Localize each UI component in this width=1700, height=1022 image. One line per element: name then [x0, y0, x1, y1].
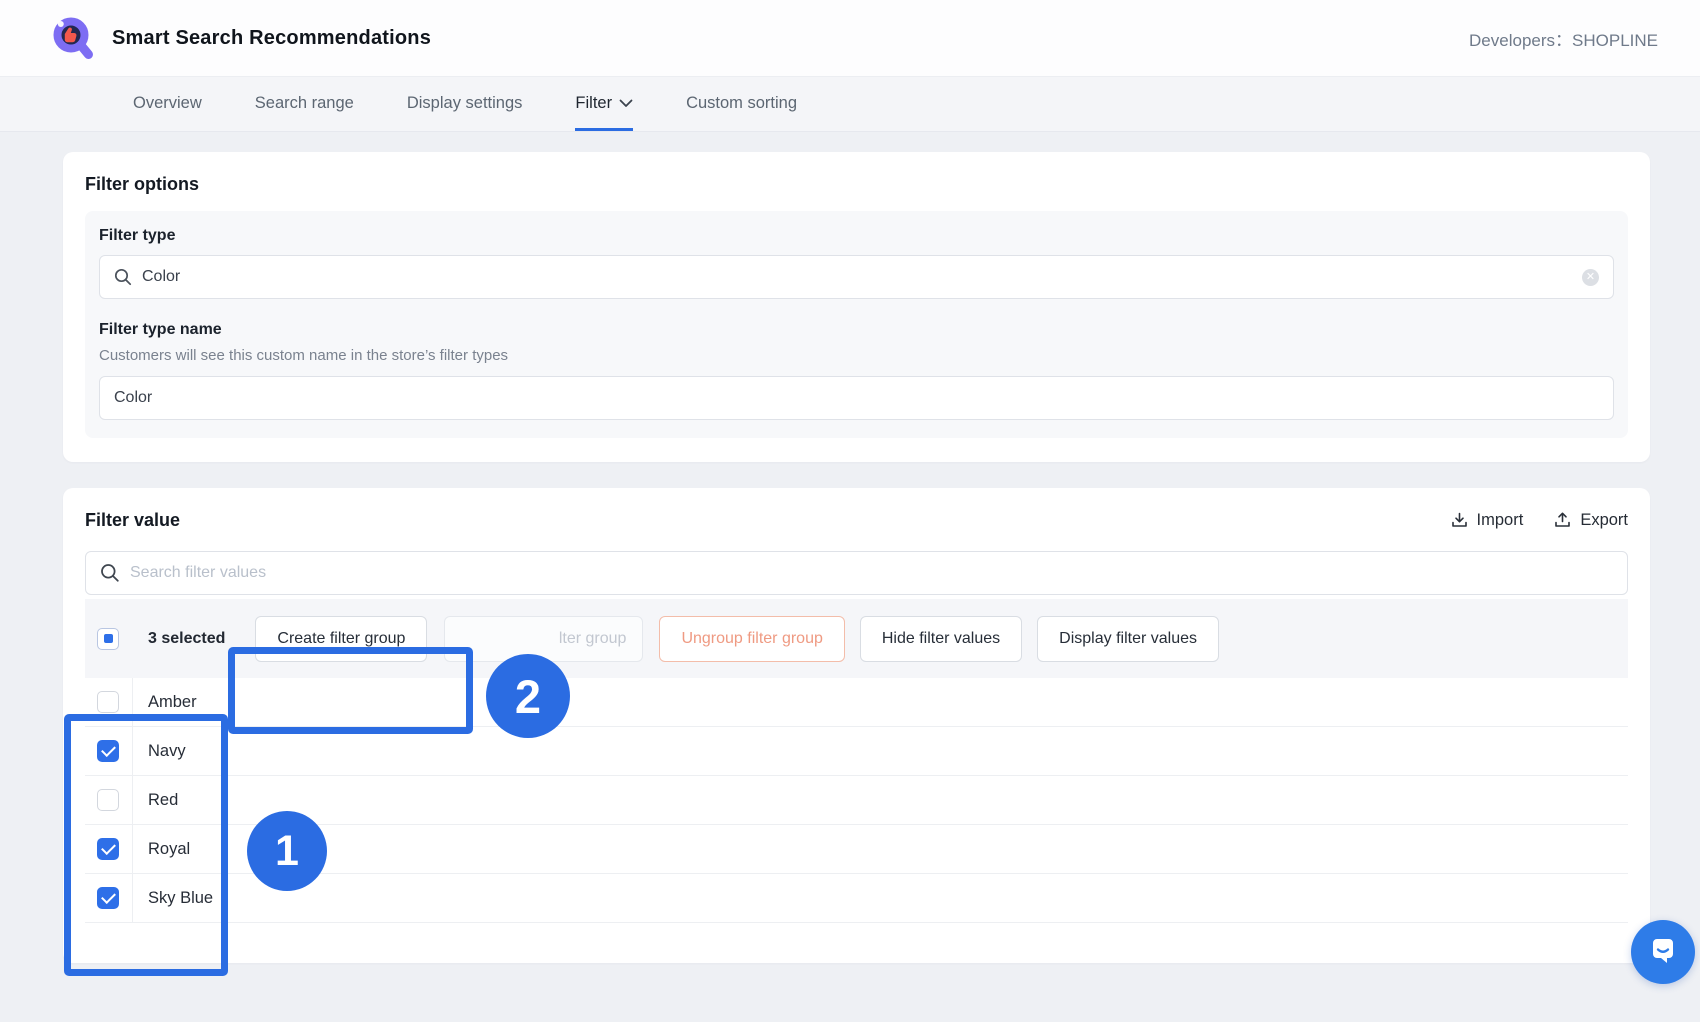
export-label: Export	[1580, 511, 1628, 530]
ungroup-filter-group-button[interactable]: Ungroup filter group	[659, 616, 844, 662]
row-checkbox-cell	[85, 776, 133, 824]
hide-filter-values-button[interactable]: Hide filter values	[860, 616, 1022, 662]
tab-bar: Overview Search range Display settings F…	[0, 76, 1700, 132]
export-button[interactable]: Export	[1553, 511, 1628, 530]
filter-value-row: Sky Blue	[85, 874, 1628, 923]
tab-custom-sorting[interactable]: Custom sorting	[686, 77, 797, 131]
filter-value-title: Filter value	[85, 510, 180, 531]
row-label: Sky Blue	[133, 874, 213, 922]
row-checkbox-checked[interactable]	[97, 740, 119, 762]
filter-value-search-input[interactable]	[130, 564, 1613, 582]
row-checkbox-cell	[85, 874, 133, 922]
row-checkbox-checked[interactable]	[97, 887, 119, 909]
filter-value-row: Royal	[85, 825, 1628, 874]
chevron-down-icon	[619, 99, 633, 108]
row-label: Navy	[133, 727, 186, 775]
import-label: Import	[1477, 511, 1524, 530]
filter-type-name-hint: Customers will see this custom name in t…	[99, 347, 1614, 364]
page-title: Smart Search Recommendations	[112, 27, 431, 50]
filter-value-table-body: AmberNavyRedRoyalSky Blue	[85, 678, 1628, 923]
edit-filter-group-button-partial: lter group	[444, 616, 643, 662]
select-all-checkbox[interactable]	[97, 628, 119, 650]
row-label: Red	[133, 776, 178, 824]
filter-options-card: Filter options Filter type ✕ Filter type…	[63, 152, 1650, 462]
search-icon	[100, 563, 120, 583]
tab-filter[interactable]: Filter	[575, 77, 633, 131]
import-button[interactable]: Import	[1450, 511, 1524, 530]
chat-launcher-button[interactable]	[1631, 920, 1695, 984]
filter-options-panel: Filter type ✕ Filter type name Customers…	[85, 211, 1628, 438]
row-checkbox-checked[interactable]	[97, 838, 119, 860]
tab-search-range[interactable]: Search range	[255, 77, 354, 131]
filter-options-title: Filter options	[85, 174, 1628, 195]
filter-value-row: Amber	[85, 678, 1628, 727]
display-filter-values-button[interactable]: Display filter values	[1037, 616, 1219, 662]
row-label: Royal	[133, 825, 190, 873]
row-checkbox-unchecked[interactable]	[97, 789, 119, 811]
search-icon	[114, 268, 132, 286]
tab-filter-label: Filter	[575, 94, 612, 113]
clear-icon[interactable]: ✕	[1582, 269, 1599, 286]
filter-value-row: Navy	[85, 727, 1628, 776]
filter-type-input[interactable]	[142, 268, 1572, 286]
filter-type-select[interactable]: ✕	[99, 255, 1614, 299]
row-label: Amber	[133, 678, 197, 726]
selected-count: 3 selected	[148, 630, 225, 648]
row-checkbox-cell	[85, 825, 133, 873]
import-icon	[1450, 511, 1469, 530]
filter-type-name-label: Filter type name	[99, 321, 1614, 339]
tab-display-settings[interactable]: Display settings	[407, 77, 523, 131]
row-checkbox-cell	[85, 678, 133, 726]
filter-value-search[interactable]	[85, 551, 1628, 595]
developers-label: Developers：SHOPLINE	[1469, 26, 1658, 51]
filter-value-card: Filter value Import Export 3 selected C	[63, 488, 1650, 963]
row-checkbox-unchecked[interactable]	[97, 691, 119, 713]
filter-value-row: Red	[85, 776, 1628, 825]
filter-type-name-input[interactable]	[114, 389, 1599, 407]
tab-overview[interactable]: Overview	[133, 77, 202, 131]
app-header: Smart Search Recommendations Developers：…	[0, 0, 1700, 76]
export-icon	[1553, 511, 1572, 530]
filter-type-name-field[interactable]	[99, 376, 1614, 420]
filter-type-label: Filter type	[99, 227, 1614, 245]
selection-toolbar: 3 selected Create filter group lter grou…	[85, 599, 1628, 678]
row-checkbox-cell	[85, 727, 133, 775]
logo-icon	[50, 14, 96, 62]
create-filter-group-button[interactable]: Create filter group	[255, 616, 427, 662]
chat-icon	[1646, 935, 1680, 969]
